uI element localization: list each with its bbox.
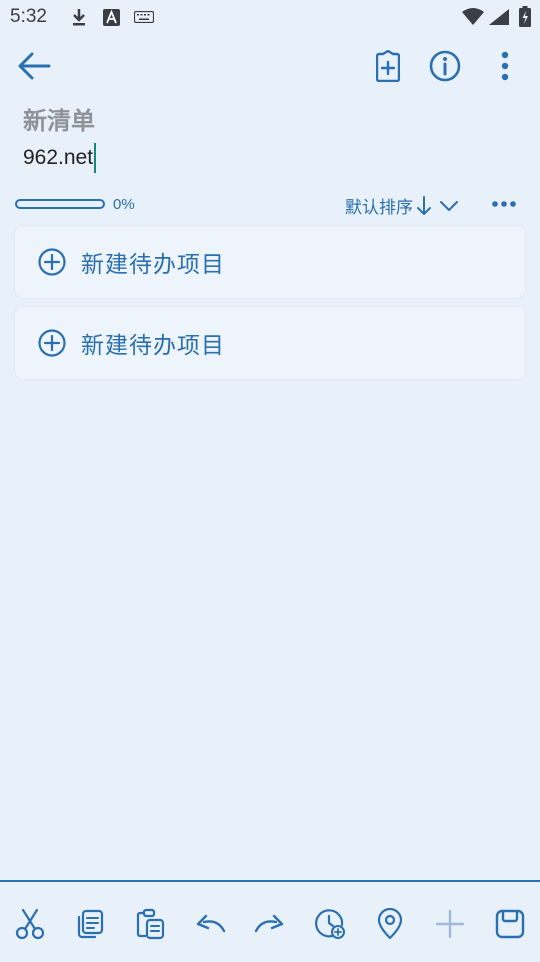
sort-button[interactable]: 默认排序 [345, 193, 459, 218]
add-button[interactable] [430, 904, 470, 944]
cut-button[interactable] [10, 904, 50, 944]
more-vertical-icon [501, 51, 509, 81]
list-name-input[interactable]: 962.net [23, 143, 97, 173]
save-button[interactable] [490, 904, 530, 944]
cellular-signal-icon [489, 9, 509, 25]
arrow-left-icon [18, 52, 51, 80]
progress-label: 0% [113, 196, 135, 213]
progress-bar [15, 199, 105, 209]
redo-icon [254, 914, 284, 933]
new-todo-item-button[interactable]: 新建待办项目 [15, 226, 525, 298]
info-icon [429, 50, 461, 82]
sort-label: 默认排序 [345, 198, 413, 218]
new-todo-item-button[interactable]: 新建待办项目 [15, 307, 525, 379]
undo-button[interactable] [190, 904, 230, 944]
add-reminder-button[interactable] [310, 904, 350, 944]
paste-icon [136, 908, 165, 940]
bottom-toolbar [0, 880, 540, 962]
arrow-down-icon [417, 195, 431, 215]
text-caret [94, 143, 97, 173]
list-menu-button[interactable] [488, 193, 520, 215]
more-options-button[interactable] [490, 46, 520, 86]
save-icon [495, 909, 525, 939]
back-button[interactable] [14, 46, 54, 86]
chevron-down-icon [440, 200, 458, 211]
add-tag-button[interactable] [369, 46, 407, 86]
new-todo-item-label: 新建待办项目 [81, 333, 225, 359]
add-reminder-icon [315, 909, 345, 939]
keyboard-icon [134, 11, 154, 23]
cut-icon [15, 908, 45, 940]
info-button[interactable] [425, 46, 465, 86]
tag-add-icon [376, 50, 400, 82]
copy-icon [77, 909, 104, 939]
location-icon [377, 908, 403, 940]
status-time: 5:32 [10, 6, 47, 27]
add-circle-icon [38, 248, 66, 276]
battery-charging-icon [519, 6, 531, 27]
new-todo-item-label: 新建待办项目 [81, 252, 225, 278]
wifi-icon [462, 8, 484, 25]
more-horizontal-icon [492, 201, 516, 207]
text-a-icon [103, 9, 120, 26]
paste-button[interactable] [130, 904, 170, 944]
list-title: 新清单 [23, 107, 95, 135]
copy-button[interactable] [70, 904, 110, 944]
list-name-value: 962.net [23, 146, 94, 169]
download-icon [73, 9, 85, 26]
add-icon [435, 909, 465, 939]
location-button[interactable] [370, 904, 410, 944]
redo-button[interactable] [250, 904, 290, 944]
add-circle-icon [38, 329, 66, 357]
undo-icon [196, 914, 226, 933]
